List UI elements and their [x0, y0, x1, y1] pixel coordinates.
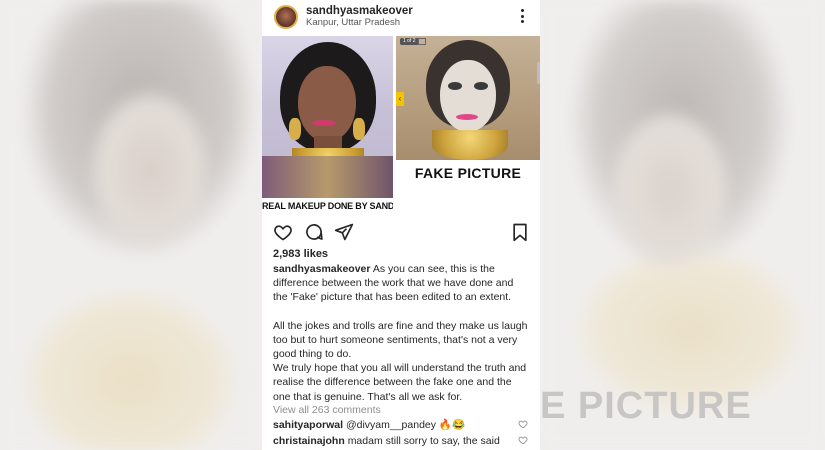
fake-picture-label: FAKE PICTURE	[396, 160, 540, 214]
real-makeup-label: REAL MAKEUP DONE BY SANDHYA	[262, 198, 393, 214]
comment-heart-icon[interactable]	[518, 435, 528, 445]
chevron-left-icon[interactable]: ‹	[396, 92, 404, 106]
comment-icon[interactable]	[304, 222, 324, 242]
image-counter: 1 of 2	[400, 38, 419, 45]
background-caption-text: E PICTURE	[540, 385, 752, 427]
comment-row: sahityaporwal @divyam__pandey 🔥😂	[262, 418, 540, 432]
comment-text: @divyam__pandey 🔥😂	[345, 418, 466, 431]
gallery-icon	[418, 38, 426, 45]
post-location[interactable]: Kanpur, Uttar Pradesh	[306, 17, 413, 29]
scrollbar[interactable]	[537, 62, 540, 84]
heart-icon[interactable]	[273, 222, 293, 242]
post-image[interactable]: REAL MAKEUP DONE BY SANDHYA 1 of 2 ‹ FAK…	[262, 36, 540, 214]
comment-text: madam still sorry to say, the said	[347, 434, 500, 447]
comment-heart-icon[interactable]	[518, 419, 528, 429]
caption-paragraph-2: All the jokes and trolls are fine and th…	[273, 319, 528, 361]
instagram-post: sandhyasmakeover Kanpur, Uttar Pradesh R…	[262, 0, 540, 450]
more-vertical-icon[interactable]	[516, 8, 528, 24]
bookmark-icon[interactable]	[510, 222, 530, 242]
comment-username[interactable]: sahityaporwal	[273, 419, 343, 431]
action-bar	[262, 214, 540, 250]
caption-paragraph-3: We truly hope that you all will understa…	[273, 362, 527, 403]
view-all-comments-link[interactable]: View all 263 comments	[262, 404, 540, 416]
avatar[interactable]	[274, 5, 298, 29]
comment-username[interactable]: christainajohn	[273, 435, 345, 447]
background-photo-left	[0, 0, 262, 450]
post-caption: sandhyasmakeover As you can see, this is…	[262, 260, 540, 404]
post-header: sandhyasmakeover Kanpur, Uttar Pradesh	[262, 0, 540, 34]
fake-photo: 1 of 2 ‹	[396, 36, 540, 160]
comment-row: christainajohn madam still sorry to say,…	[262, 434, 540, 448]
real-makeup-photo: REAL MAKEUP DONE BY SANDHYA	[262, 36, 393, 214]
caption-username[interactable]: sandhyasmakeover	[273, 263, 370, 275]
share-icon[interactable]	[334, 222, 354, 242]
background-photo-right	[540, 0, 825, 450]
